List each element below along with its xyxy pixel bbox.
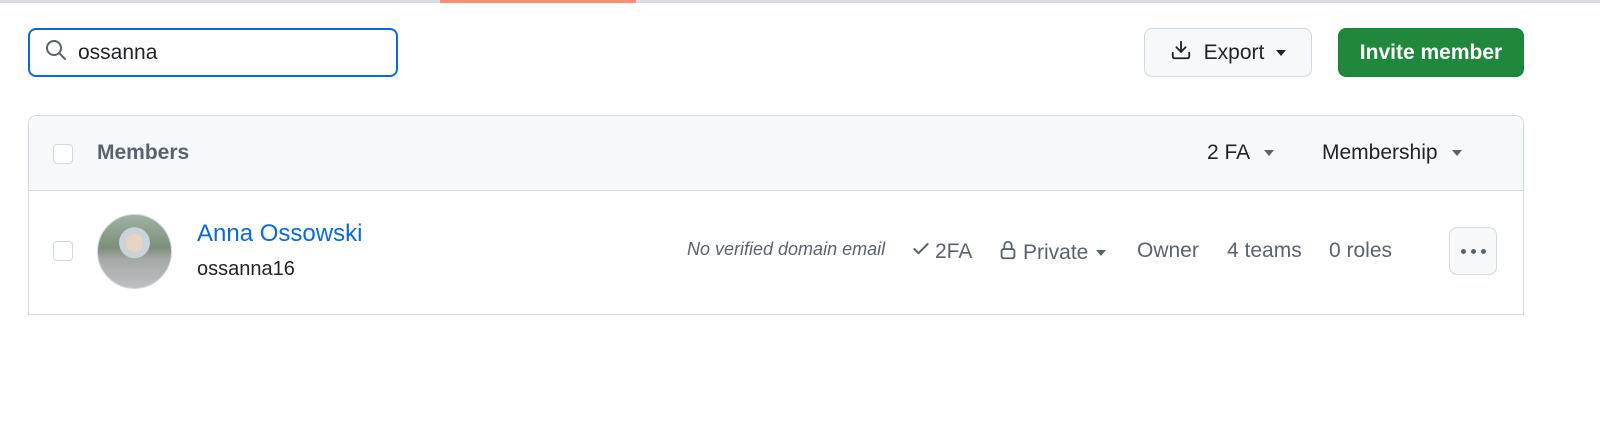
member-search[interactable]	[28, 28, 398, 77]
member-teams-link[interactable]: 4 teams	[1227, 239, 1302, 263]
kebab-dot	[1460, 248, 1466, 254]
export-button[interactable]: Export	[1144, 28, 1312, 77]
member-name-link[interactable]: Anna Ossowski	[197, 220, 362, 248]
chevron-down-icon	[1264, 150, 1275, 156]
export-label: Export	[1203, 40, 1265, 64]
twofa-status: 2FA	[911, 239, 972, 265]
download-icon	[1170, 39, 1192, 67]
twofa-label: 2FA	[935, 240, 973, 263]
filter-membership[interactable]: Membership	[1322, 141, 1462, 165]
email-status: No verified domain email	[687, 239, 886, 259]
chevron-down-icon	[1276, 49, 1287, 56]
member-login: ossanna16	[197, 258, 295, 280]
select-all-checkbox[interactable]	[53, 144, 73, 164]
members-title: Members	[97, 141, 190, 164]
search-input[interactable]	[78, 40, 378, 65]
search-icon	[44, 38, 68, 67]
member-role: Owner	[1137, 239, 1199, 262]
members-table-header: Members 2 FA Membership	[29, 116, 1523, 191]
invite-member-button[interactable]: Invite member	[1338, 28, 1524, 77]
filter-2fa[interactable]: 2 FA	[1207, 141, 1275, 165]
header-divider	[0, 0, 1600, 3]
chevron-down-icon	[1451, 150, 1462, 156]
row-checkbox[interactable]	[53, 241, 73, 261]
avatar[interactable]	[97, 214, 172, 289]
visibility-dropdown[interactable]: Private	[997, 239, 1107, 267]
kebab-dot	[1470, 248, 1476, 254]
kebab-dot	[1480, 248, 1486, 254]
check-icon	[911, 239, 931, 265]
filter-2fa-label: 2 FA	[1207, 141, 1251, 164]
row-actions-button[interactable]	[1449, 227, 1497, 275]
filter-membership-label: Membership	[1322, 141, 1438, 164]
active-tab-underline	[440, 0, 636, 3]
visibility-label: Private	[1023, 241, 1089, 264]
invite-label: Invite member	[1359, 40, 1503, 64]
members-table: Members 2 FA Membership Anna Ossowski os…	[28, 115, 1524, 315]
lock-icon	[997, 239, 1019, 267]
member-roles-link[interactable]: 0 roles	[1329, 239, 1392, 263]
chevron-down-icon	[1096, 250, 1107, 256]
